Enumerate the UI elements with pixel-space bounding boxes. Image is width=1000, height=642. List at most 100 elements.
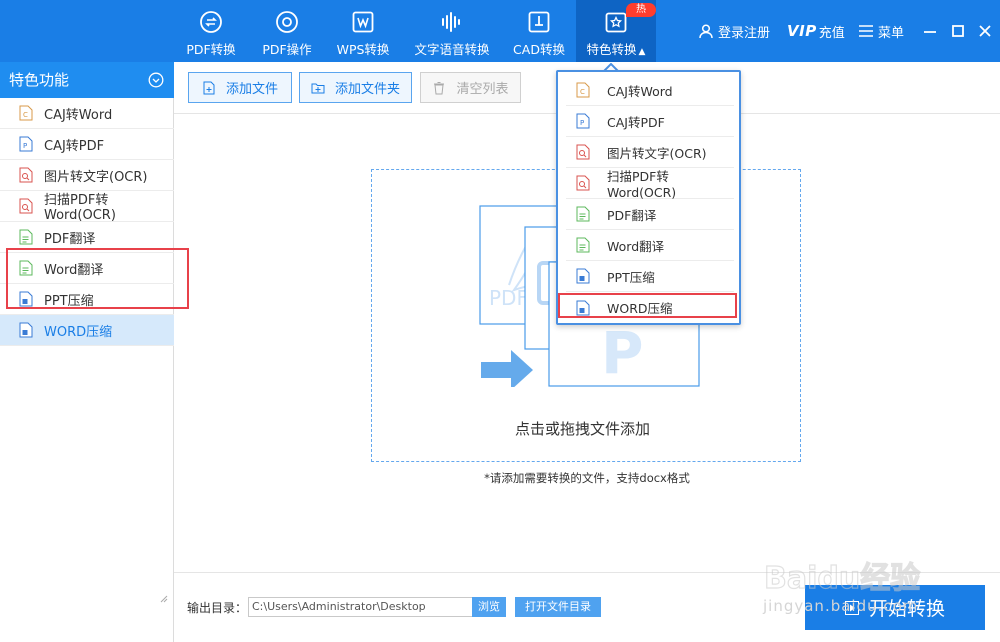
dropdown-item-ocr[interactable]: 图片转文字(OCR) (558, 137, 739, 168)
output-dir-label: 输出目录： (187, 601, 248, 615)
resize-grip-icon (160, 595, 168, 603)
pdf-translate-file-icon (19, 229, 33, 245)
caret-up-icon: ▲ (638, 47, 646, 57)
add-folder-label: 添加文件夹 (334, 82, 400, 97)
svg-text:P: P (23, 142, 27, 150)
trash-icon (434, 81, 445, 94)
caj-file-icon: C (576, 82, 590, 98)
recharge-label: 充值 (818, 25, 845, 41)
pdf-translate-file-icon (576, 206, 590, 222)
dropdown-item-label: 图片转文字(OCR) (607, 145, 707, 161)
nav-pdf-convert[interactable]: PDF转换 (180, 0, 242, 62)
dropdown-item-scan-pdf-word[interactable]: 扫描PDF转Word(OCR) (558, 168, 739, 200)
maximize-button[interactable] (949, 22, 967, 40)
sidebar-item-caj-pdf[interactable]: P CAJ转PDF (0, 129, 174, 160)
browse-button[interactable]: 浏览 (472, 597, 506, 617)
nav-label: CAD转换 (513, 42, 565, 57)
dropdown-item-caj-word[interactable]: C CAJ转Word (558, 75, 739, 106)
wps-convert-icon (352, 11, 374, 33)
pdf-convert-icon (200, 11, 222, 33)
ocr-file-icon (576, 144, 590, 160)
output-dir-field[interactable]: C:\Users\Administrator\Desktop (248, 597, 473, 617)
svg-text:P: P (580, 119, 584, 127)
add-file-label: 添加文件 (225, 82, 278, 97)
hot-badge: 热 (626, 3, 656, 17)
nav-label: WPS转换 (336, 42, 390, 57)
nav-label: 特色转换 ▲ (586, 42, 646, 57)
nav-label: PDF转换 (186, 42, 236, 57)
add-file-icon (203, 81, 215, 94)
baidu-logo-text: Baidu经验 (764, 561, 920, 596)
add-folder-button[interactable]: 添加文件夹 (299, 72, 412, 103)
maximize-icon (952, 25, 964, 37)
dropdown-item-ppt-compress[interactable]: PPT压缩 (558, 261, 739, 292)
menu-button[interactable]: 菜单 (859, 18, 904, 44)
vip-recharge-button[interactable]: VIP 充值 (787, 18, 845, 44)
nav-wps-convert[interactable]: WPS转换 (332, 0, 394, 62)
dropdown-item-word-translate[interactable]: Word翻译 (558, 230, 739, 261)
menu-label: 菜单 (878, 25, 905, 41)
sidebar-item-label: CAJ转PDF (44, 138, 105, 154)
login-register-button[interactable]: 登录注册 (699, 18, 770, 44)
sidebar-item-label: PDF翻译 (44, 231, 96, 247)
dropdown-item-label: Word翻译 (607, 238, 665, 254)
pdf-watermark-label: PDF (489, 286, 528, 310)
nav-cad-convert[interactable]: CAD转换 (508, 0, 570, 62)
svg-text:P: P (601, 319, 644, 387)
nav-text-speech[interactable]: 文字语音转换 (410, 0, 494, 62)
svg-text:C: C (580, 88, 585, 96)
sidebar-highlight-box (6, 248, 189, 309)
close-button[interactable] (976, 22, 994, 40)
user-icon (699, 23, 713, 38)
minimize-button[interactable] (921, 22, 939, 40)
add-folder-icon (311, 83, 325, 93)
dropdown-item-caj-pdf[interactable]: P CAJ转PDF (558, 106, 739, 137)
scan-pdf-file-icon (576, 175, 590, 191)
chevron-down-circle-icon[interactable] (148, 72, 164, 88)
sidebar-header: 特色功能 (0, 62, 174, 98)
word-compress-file-icon (19, 322, 33, 338)
add-file-button[interactable]: 添加文件 (188, 72, 292, 103)
dropdown-highlight-box (558, 293, 737, 318)
ppt-compress-file-icon (576, 268, 590, 284)
svg-text:C: C (23, 111, 28, 119)
minimize-icon (924, 31, 936, 33)
dropdown-item-label: CAJ转PDF (607, 114, 665, 130)
login-label: 登录注册 (718, 25, 771, 41)
special-convert-icon (605, 12, 627, 33)
supported-format-hint: *请添加需要转换的文件，支持docx格式 (484, 471, 690, 485)
sidebar-title: 特色功能 (9, 71, 70, 89)
drop-zone-text: 点击或拖拽文件添加 (515, 420, 651, 438)
sidebar-item-ocr[interactable]: 图片转文字(OCR) (0, 160, 174, 191)
close-icon (979, 25, 991, 37)
nav-pdf-operate[interactable]: PDF操作 (256, 0, 318, 62)
caj-pdf-file-icon: P (576, 113, 590, 129)
dropdown-item-label: PPT压缩 (607, 269, 655, 285)
clear-list-label: 清空列表 (456, 82, 509, 97)
sidebar-item-label: WORD压缩 (44, 324, 113, 340)
ocr-file-icon (19, 167, 33, 183)
word-translate-file-icon (576, 237, 590, 253)
dropdown-item-label: CAJ转Word (607, 83, 673, 99)
dropdown-item-label: PDF翻译 (607, 207, 657, 223)
sidebar-item-scan-pdf-word[interactable]: 扫描PDF转Word(OCR) (0, 191, 174, 223)
dropdown-item-label: 扫描PDF转Word(OCR) (607, 169, 677, 200)
nav-label: 文字语音转换 (414, 42, 490, 57)
pdf-operate-icon (276, 11, 298, 33)
sidebar-item-word-compress[interactable]: WORD压缩 (0, 315, 174, 346)
sidebar-item-label: 图片转文字(OCR) (44, 169, 148, 185)
special-convert-dropdown: C CAJ转Word P CAJ转PDF 图片转文字(OCR) 扫描PDF转Wo… (556, 70, 741, 325)
vip-logo: VIP (787, 22, 817, 40)
hamburger-icon (859, 25, 873, 37)
nav-label: PDF操作 (262, 42, 312, 57)
baidu-jingyan-watermark: Baidu经验 (763, 560, 920, 596)
open-folder-button[interactable]: 打开文件目录 (515, 597, 601, 617)
caj-pdf-file-icon: P (19, 136, 33, 152)
scan-pdf-file-icon (19, 198, 33, 214)
audio-wave-icon (442, 12, 460, 32)
sidebar-item-label: CAJ转Word (44, 107, 113, 123)
dropdown-item-pdf-translate[interactable]: PDF翻译 (558, 199, 739, 230)
sidebar-item-caj-word[interactable]: C CAJ转Word (0, 98, 174, 129)
caj-file-icon: C (19, 105, 33, 121)
clear-list-button[interactable]: 清空列表 (420, 72, 521, 103)
